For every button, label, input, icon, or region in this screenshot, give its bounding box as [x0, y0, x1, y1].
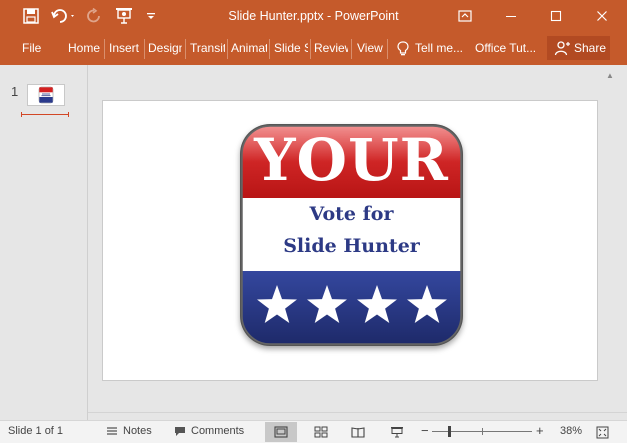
thumbnail-insertion-marker — [21, 112, 69, 117]
star-icon — [357, 285, 397, 323]
star-icon — [257, 285, 297, 323]
slide-thumbnail-pane: 1 — [0, 65, 88, 420]
reading-view-icon[interactable] — [342, 422, 374, 442]
tab-file[interactable]: File — [22, 41, 41, 55]
tab-separator — [227, 39, 228, 59]
tab-design[interactable]: Design — [148, 41, 182, 55]
comments-icon — [175, 426, 185, 436]
scroll-up-icon[interactable]: ▲ — [606, 71, 614, 80]
tab-animations[interactable]: Animations — [231, 41, 267, 55]
tab-separator — [351, 39, 352, 59]
ribbon-tab-bar: File Home Insert Design Transitions Anim… — [0, 32, 627, 65]
slide-canvas[interactable]: YOUR Vote for Slide Hunter — [102, 100, 598, 381]
minimize-icon[interactable] — [500, 6, 522, 26]
tab-separator — [104, 39, 105, 59]
thumbnail-vote-badge-icon — [38, 86, 54, 104]
star-icon — [407, 285, 447, 323]
slide-counter: Slide 1 of 1 — [8, 425, 64, 437]
tab-separator — [269, 39, 270, 59]
zoom-in-button[interactable]: + — [536, 423, 544, 438]
title-bar: Slide Hunter.pptx - PowerPoint — [0, 0, 627, 32]
tab-separator — [144, 39, 145, 59]
tell-me-search[interactable]: Tell me... — [415, 41, 463, 55]
comments-button[interactable]: Comments — [174, 425, 244, 437]
tab-separator — [185, 39, 186, 59]
zoom-level[interactable]: 38% — [560, 425, 582, 437]
comments-label: Comments — [191, 425, 245, 437]
status-bar: Slide 1 of 1 Notes Comments − + 38% — [0, 420, 627, 443]
horizontal-scroll-track[interactable] — [88, 412, 627, 413]
notes-label: Notes — [123, 425, 152, 437]
notes-button[interactable]: Notes — [106, 425, 152, 437]
slide-show-view-icon[interactable] — [381, 422, 413, 442]
zoom-out-button[interactable]: − — [421, 423, 429, 438]
star-icon — [307, 285, 347, 323]
tab-review[interactable]: Review — [314, 41, 348, 55]
share-label: Share — [574, 41, 607, 55]
maximize-icon[interactable] — [545, 6, 567, 26]
badge-stars — [257, 285, 447, 323]
share-person-icon — [554, 40, 570, 56]
zoom-slider-thumb[interactable] — [448, 426, 451, 437]
tab-separator — [310, 39, 311, 59]
slide-thumbnail[interactable] — [27, 84, 65, 106]
tab-view[interactable]: View — [357, 41, 383, 55]
fit-slide-to-window-icon[interactable] — [592, 422, 612, 442]
tab-home[interactable]: Home — [68, 41, 102, 55]
normal-view-icon[interactable] — [265, 422, 297, 442]
zoom-slider-center-mark — [482, 428, 483, 435]
tab-insert[interactable]: Insert — [109, 41, 143, 55]
slide-sorter-view-icon[interactable] — [305, 422, 337, 442]
zoom-slider[interactable] — [432, 426, 532, 437]
tab-separator — [387, 39, 388, 59]
lightbulb-icon — [396, 40, 410, 58]
slide-editing-area: ▲ YOUR Vote for Slide Hunter — [88, 65, 627, 420]
share-button[interactable]: Share — [547, 36, 610, 60]
thumbnail-number: 1 — [11, 84, 19, 99]
ribbon-display-options-icon[interactable] — [454, 6, 476, 26]
window-title: Slide Hunter.pptx - PowerPoint — [228, 9, 399, 23]
close-icon[interactable] — [591, 6, 613, 26]
tab-slide-show[interactable]: Slide Show — [274, 41, 308, 55]
tab-transitions[interactable]: Transitions — [190, 41, 225, 55]
notes-icon — [107, 427, 117, 435]
tab-office-tutorials[interactable]: Office Tut... — [475, 41, 541, 55]
